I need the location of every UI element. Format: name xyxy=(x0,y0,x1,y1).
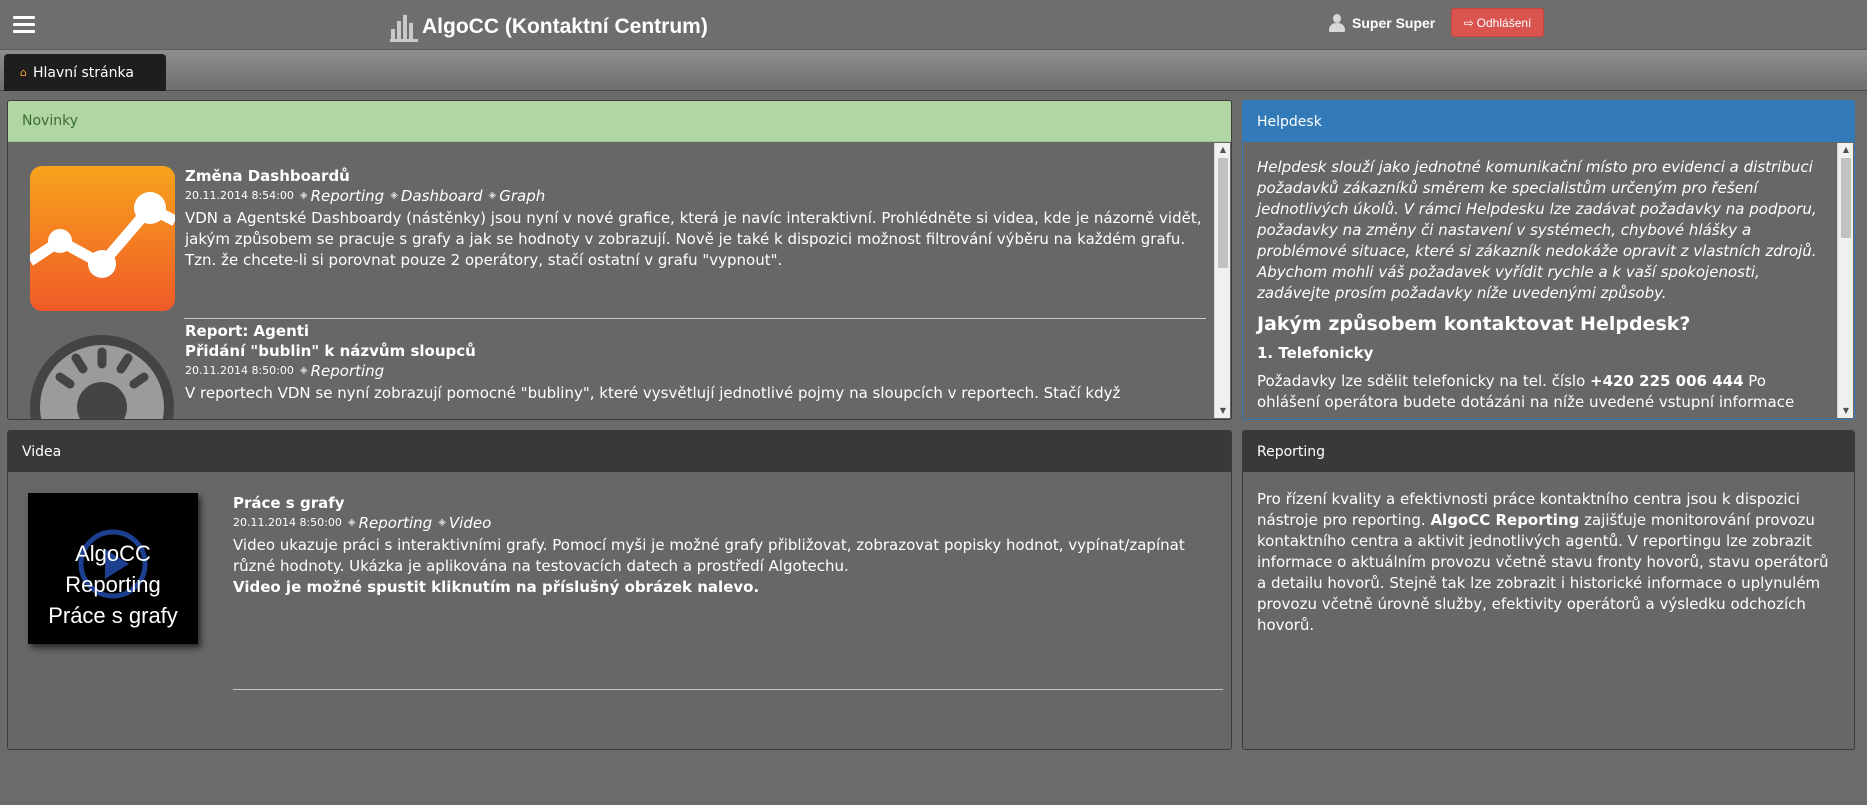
tag-reporting[interactable]: ◈ Reporting xyxy=(300,361,384,381)
lightbulb-icon[interactable] xyxy=(30,322,175,419)
helpdesk-phone[interactable]: +420 225 006 444 xyxy=(1590,372,1743,390)
tag-label: Reporting xyxy=(310,362,385,380)
helpdesk-panel-heading: Helpdesk xyxy=(1243,101,1854,142)
thumb-line: Práce s grafy xyxy=(48,603,178,628)
videos-panel: Videa AlgoCC Reporting Práce s grafy Prá… xyxy=(7,430,1232,750)
news-scrollbar[interactable]: ▲ ▼ xyxy=(1214,143,1230,418)
helpdesk-section-title: 1. Telefonicky xyxy=(1257,344,1374,362)
tab-home[interactable]: ⌂ Hlavní stránka xyxy=(4,54,166,91)
video-divider xyxy=(233,689,1223,690)
video-date: 20.11.2014 8:50:00 xyxy=(233,516,342,529)
news-subtitle: Přidání "bublin" k názvům sloupců xyxy=(185,342,476,360)
news-title: Report: Agenti xyxy=(185,322,310,340)
home-icon: ⌂ xyxy=(20,66,27,79)
video-text: Video ukazuje práci s interaktivními gra… xyxy=(233,536,1185,575)
bar-chart-logo-icon xyxy=(390,12,418,42)
scroll-down-icon[interactable]: ▼ xyxy=(1838,404,1854,418)
video-thumbnail-text: AlgoCC Reporting Práce s grafy xyxy=(28,538,198,631)
tag-label: Reporting xyxy=(310,187,385,205)
user-icon xyxy=(1329,14,1345,32)
tag-label: Reporting xyxy=(358,514,433,532)
video-thumbnail[interactable]: AlgoCC Reporting Práce s grafy xyxy=(28,493,198,644)
scroll-up-icon[interactable]: ▲ xyxy=(1838,143,1854,157)
video-title[interactable]: Práce s grafy xyxy=(233,493,1223,513)
scroll-up-icon[interactable]: ▲ xyxy=(1215,143,1231,157)
news-panel-body[interactable]: Změna Dashboardů 20.11.2014 8:54:00 ◈ Rep… xyxy=(8,142,1231,419)
tag-graph[interactable]: ◈ Graph xyxy=(489,186,546,206)
app-brand[interactable]: AlgoCC (Kontaktní Centrum) xyxy=(390,12,708,42)
news-text: V reportech VDN se nyní zobrazují pomocn… xyxy=(185,384,1121,402)
news-date: 20.11.2014 8:50:00 xyxy=(185,364,294,377)
tag-label: Graph xyxy=(499,187,546,205)
reporting-text: Pro řízení kvality a efektivnosti práce … xyxy=(1257,489,1842,636)
news-divider xyxy=(184,318,1206,319)
video-meta: 20.11.2014 8:50:00 ◈ Reporting ◈ Video xyxy=(233,513,1223,533)
helpdesk-section-text: Požadavky lze sdělit telefonicky na tel.… xyxy=(1257,371,1827,413)
tag-video[interactable]: ◈ Video xyxy=(438,513,491,533)
helpdesk-panel-body[interactable]: Helpdesk slouží jako jednotné komunikačn… xyxy=(1243,142,1854,419)
tag-icon: ◈ xyxy=(347,517,356,528)
sign-out-icon: ⇨ xyxy=(1463,15,1474,30)
scroll-thumb[interactable] xyxy=(1218,158,1228,268)
tab-label: Hlavní stránka xyxy=(32,64,134,81)
thumb-line: AlgoCC Reporting xyxy=(65,541,161,597)
helpdesk-intro: Helpdesk slouží jako jednotné komunikačn… xyxy=(1257,158,1817,302)
app-title: AlgoCC (Kontaktní Centrum) xyxy=(422,15,708,38)
panel-title: Videa xyxy=(22,443,62,460)
reporting-panel-body: Pro řízení kvality a efektivnosti práce … xyxy=(1243,472,1854,749)
text-bold: AlgoCC Reporting xyxy=(1430,511,1580,529)
news-meta: 20.11.2014 8:50:00 ◈ Reporting xyxy=(185,361,1205,381)
helpdesk-panel: Helpdesk Helpdesk slouží jako jednotné k… xyxy=(1242,100,1855,420)
panel-title: Helpdesk xyxy=(1257,113,1322,130)
tag-reporting[interactable]: ◈ Reporting xyxy=(300,186,384,206)
video-text-bold: Video je možné spustit kliknutím na přís… xyxy=(233,578,760,596)
tag-label: Dashboard xyxy=(400,187,483,205)
top-navbar: AlgoCC (Kontaktní Centrum) Super Super ⇨… xyxy=(0,0,1867,50)
tag-icon: ◈ xyxy=(488,190,497,201)
logout-label: Odhlášení xyxy=(1476,15,1532,30)
scroll-thumb[interactable] xyxy=(1841,158,1851,238)
tag-icon: ◈ xyxy=(299,365,308,376)
chart-thumbnail-icon[interactable] xyxy=(30,166,175,311)
tag-dashboard[interactable]: ◈ Dashboard xyxy=(390,186,482,206)
news-title: Změna Dashboardů xyxy=(185,167,350,185)
tag-reporting[interactable]: ◈ Reporting xyxy=(348,513,432,533)
news-panel-heading: Novinky xyxy=(8,101,1231,142)
helpdesk-subheading: Jakým způsobem kontaktovat Helpdesk? xyxy=(1257,313,1691,335)
news-meta: 20.11.2014 8:54:00 ◈ Reporting ◈ Dashboard… xyxy=(185,186,1205,206)
reporting-panel-heading: Reporting xyxy=(1243,431,1854,472)
helpdesk-scrollbar[interactable]: ▲ ▼ xyxy=(1837,143,1853,418)
user-name: Super Super xyxy=(1352,15,1436,31)
news-panel: Novinky Změna Dashboardů 20.11.2014 8:54… xyxy=(7,100,1232,420)
news-date: 20.11.2014 8:54:00 xyxy=(185,189,294,202)
tag-icon: ◈ xyxy=(299,190,308,201)
tag-label: Video xyxy=(448,514,492,532)
videos-panel-heading: Videa xyxy=(8,431,1231,472)
reporting-panel: Reporting Pro řízení kvality a efektivno… xyxy=(1242,430,1855,750)
tag-icon: ◈ xyxy=(438,517,446,528)
tab-bar: ⌂ Hlavní stránka xyxy=(0,50,1867,91)
videos-panel-body: AlgoCC Reporting Práce s grafy Práce s g… xyxy=(8,472,1231,749)
logout-button[interactable]: ⇨ Odhlášení xyxy=(1451,8,1544,37)
scroll-down-icon[interactable]: ▼ xyxy=(1215,404,1231,418)
text-part: Požadavky lze sdělit telefonicky na tel.… xyxy=(1257,372,1591,390)
news-text: VDN a Agentské Dashboardy (nástěnky) jso… xyxy=(185,209,1202,269)
user-menu[interactable]: Super Super xyxy=(1329,14,1435,32)
panel-title: Reporting xyxy=(1257,443,1326,460)
panel-title: Novinky xyxy=(22,113,78,129)
menu-icon[interactable] xyxy=(13,16,35,34)
tag-icon: ◈ xyxy=(390,190,398,201)
text-part: zajišťuje monitorování provozu kontaktní… xyxy=(1257,511,1829,634)
